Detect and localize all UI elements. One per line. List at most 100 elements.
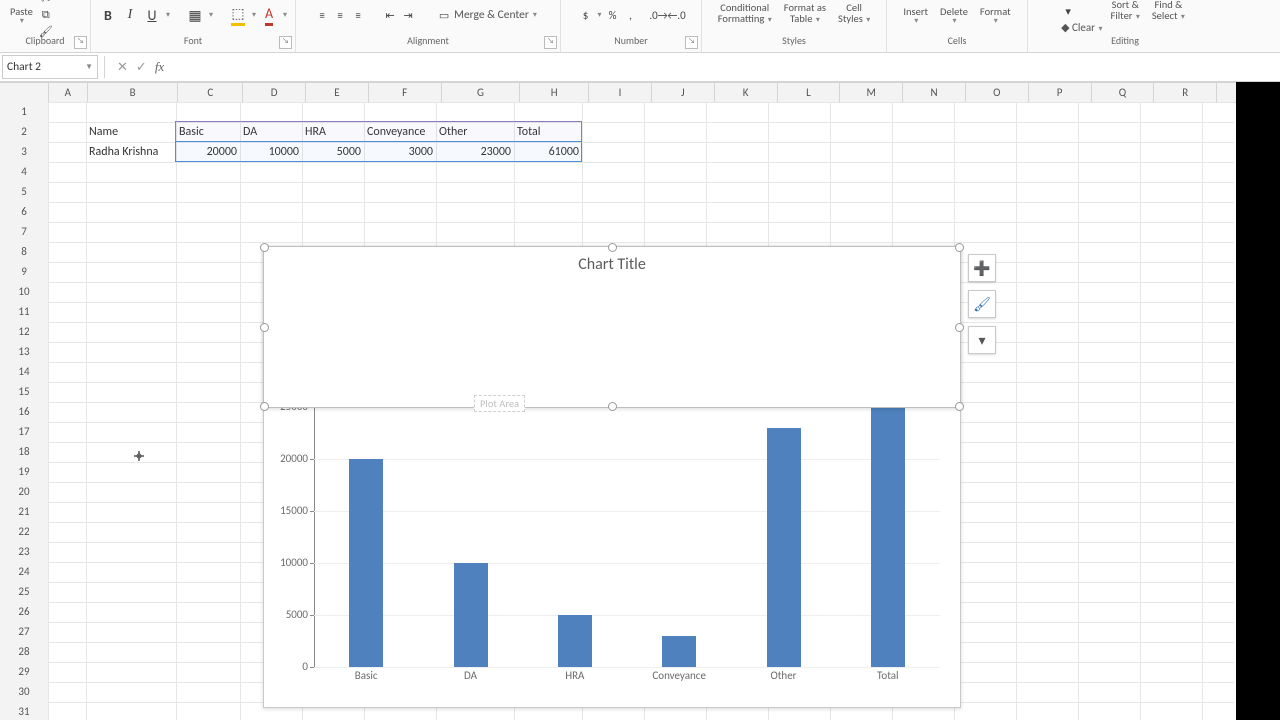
resize-handle-e[interactable] [955,323,964,332]
chart-selection-overlay[interactable]: Chart Title Plot Area [263,246,961,408]
insert-cells-button[interactable]: Insert▾ [899,0,932,39]
row-header-27[interactable]: 27 [0,622,49,643]
col-header-F[interactable]: F [369,82,442,102]
increase-indent-button[interactable]: ⇥ [401,8,415,22]
row-header-12[interactable]: 12 [0,322,49,343]
row-header-2[interactable]: 2 [0,122,49,143]
row-header-19[interactable]: 19 [0,462,49,483]
chart-styles-button[interactable]: 🖌 [968,290,996,318]
bar-Total[interactable] [871,407,905,667]
font-color-button[interactable]: A [260,6,278,24]
row-header-25[interactable]: 25 [0,582,49,603]
increase-decimal-button[interactable]: .0→ [652,8,666,22]
resize-handle-sw[interactable] [260,402,269,411]
chart-title[interactable]: Chart Title [264,255,960,274]
cut-icon[interactable]: ✂ [39,0,53,6]
alignment-launcher-icon[interactable]: ↘ [544,36,557,49]
fill-button[interactable]: ▾ [1061,5,1075,19]
row-header-9[interactable]: 9 [0,262,49,283]
resize-handle-ne[interactable] [955,243,964,252]
row-header-5[interactable]: 5 [0,182,49,203]
bar-Conveyance[interactable] [662,636,696,667]
resize-handle-se[interactable] [955,402,964,411]
row-header-30[interactable]: 30 [0,682,49,703]
cell-B3[interactable]: Radha Krishna [86,142,176,162]
name-box[interactable]: Chart 2 ▼ [2,55,98,79]
clipboard-launcher-icon[interactable]: ↘ [74,36,87,49]
sort-filter-button[interactable]: Sort &Filter ▾ [1107,0,1144,33]
row-header-23[interactable]: 23 [0,542,49,563]
row-header-15[interactable]: 15 [0,382,49,403]
row-header-29[interactable]: 29 [0,662,49,683]
col-header-H[interactable]: H [520,82,589,102]
clear-button[interactable]: ◆ Clear ▾ [1061,21,1102,34]
col-header-E[interactable]: E [306,82,369,102]
row-header-10[interactable]: 10 [0,282,49,303]
col-header-G[interactable]: G [442,82,521,102]
row-header-3[interactable]: 3 [0,142,49,163]
col-header-M[interactable]: M [840,82,903,102]
bar-DA[interactable] [454,563,488,667]
decrease-indent-button[interactable]: ⇤ [383,8,397,22]
align-left-button[interactable]: ≡ [315,8,329,22]
col-header-Q[interactable]: Q [1092,82,1155,102]
row-header-11[interactable]: 11 [0,302,49,323]
row-header-8[interactable]: 8 [0,242,49,263]
col-header-K[interactable]: K [715,82,778,102]
find-select-button[interactable]: Find &Select ▾ [1148,0,1189,33]
row-header-22[interactable]: 22 [0,522,49,543]
row-header-24[interactable]: 24 [0,562,49,583]
accounting-button[interactable]: $ [578,8,592,22]
row-header-28[interactable]: 28 [0,642,49,663]
bar-HRA[interactable] [558,615,592,667]
row-header-14[interactable]: 14 [0,362,49,383]
fill-color-button[interactable]: ⬚ [229,6,247,24]
chart-elements-button[interactable]: ➕ [968,254,996,282]
resize-handle-n[interactable] [608,243,617,252]
col-header-I[interactable]: I [589,82,652,102]
row-header-4[interactable]: 4 [0,162,49,183]
row-header-13[interactable]: 13 [0,342,49,363]
col-header-O[interactable]: O [966,82,1029,102]
decrease-decimal-button[interactable]: ←.0 [670,8,684,22]
col-header-N[interactable]: N [903,82,966,102]
cancel-formula-icon[interactable]: ✕ [117,60,128,75]
col-header-P[interactable]: P [1029,82,1092,102]
row-header-6[interactable]: 6 [0,202,49,223]
col-header-L[interactable]: L [778,82,841,102]
align-center-button[interactable]: ≡ [333,8,347,22]
col-header-R[interactable]: R [1154,82,1217,102]
formula-input[interactable] [172,55,1280,79]
resize-handle-w[interactable] [260,323,269,332]
row-header-31[interactable]: 31 [0,702,49,720]
row-header-16[interactable]: 16 [0,402,49,423]
resize-handle-nw[interactable] [260,243,269,252]
merge-center-button[interactable]: ▭ Merge & Center ▾ [433,6,541,24]
italic-button[interactable]: I [121,6,139,24]
resize-handle-s[interactable] [608,402,617,411]
percent-button[interactable]: % [606,8,620,22]
col-header-C[interactable]: C [178,82,243,102]
enter-formula-icon[interactable]: ✓ [136,60,147,75]
row-header-17[interactable]: 17 [0,422,49,443]
bar-Other[interactable] [767,428,801,667]
copy-icon[interactable]: ⧉ [39,8,53,22]
worksheet[interactable]: ABCDEFGHIJKLMNOPQRS 12345678910111213141… [0,82,1280,720]
align-right-button[interactable]: ≡ [351,8,365,22]
borders-button[interactable]: ▦ [186,6,204,24]
col-header-J[interactable]: J [652,82,715,102]
comma-button[interactable]: , [624,8,638,22]
bold-button[interactable]: B [99,6,117,24]
number-launcher-icon[interactable]: ↘ [685,36,698,49]
col-header-A[interactable]: A [49,82,88,102]
row-header-26[interactable]: 26 [0,602,49,623]
name-box-dropdown-icon[interactable]: ▼ [85,62,93,72]
row-header-7[interactable]: 7 [0,222,49,243]
row-header-18[interactable]: 18 [0,442,49,463]
font-launcher-icon[interactable]: ↘ [279,36,292,49]
chart-filter-button[interactable]: ▾ [968,326,996,354]
select-all-corner[interactable] [0,82,49,102]
conditional-formatting-button[interactable]: ConditionalFormatting ▾ [714,0,776,36]
col-header-D[interactable]: D [243,82,306,102]
row-header-21[interactable]: 21 [0,502,49,523]
